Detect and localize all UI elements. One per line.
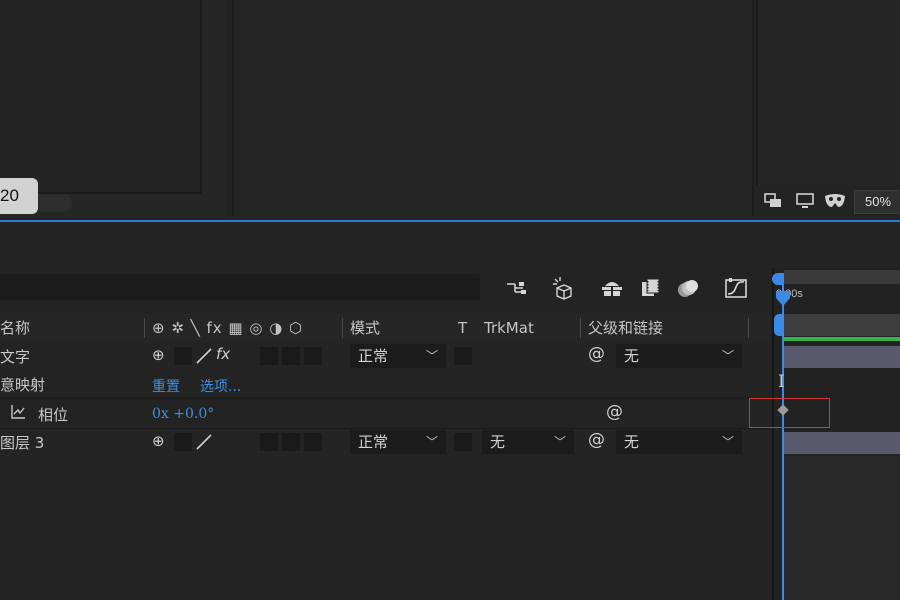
effect-row — [0, 370, 770, 398]
chevron-down-icon: ﹀ — [721, 435, 734, 449]
trkmat-select[interactable]: 无 ﹀ — [482, 430, 574, 454]
mask-icon[interactable] — [824, 190, 846, 212]
shy-switch-icon[interactable]: ⊕ — [152, 432, 165, 450]
shy-layers-icon[interactable] — [598, 274, 626, 302]
fx-icon[interactable]: fx — [216, 345, 230, 363]
switch-box[interactable] — [260, 347, 278, 365]
motion-blur-icon[interactable] — [674, 274, 702, 302]
pick-whip-icon[interactable]: @ — [588, 430, 605, 450]
shy-switch-icon[interactable]: ⊕ — [152, 346, 165, 364]
blend-mode-value: 正常 — [358, 433, 389, 451]
parent-select[interactable]: 无 ﹀ — [616, 430, 742, 454]
phase-value[interactable]: 0x +0.0° — [152, 406, 214, 422]
chevron-down-icon: ﹀ — [425, 349, 438, 363]
effect-name[interactable]: 意映射 — [0, 374, 45, 395]
frame-number-field[interactable]: 20 — [0, 178, 38, 214]
row-divider — [0, 428, 770, 429]
draft-3d-icon[interactable] — [550, 274, 578, 302]
layer-search-input[interactable] — [0, 274, 480, 300]
playhead-icon[interactable] — [774, 290, 792, 308]
quality-slash-icon[interactable] — [194, 432, 214, 452]
column-divider[interactable] — [748, 318, 749, 338]
zoom-level-select[interactable]: 50% — [854, 190, 900, 214]
time-navigator[interactable] — [784, 270, 900, 284]
chevron-down-icon: ﹀ — [553, 435, 566, 449]
switch-box[interactable] — [304, 433, 322, 451]
text-cursor-icon: I — [778, 372, 785, 392]
work-area-start-handle[interactable] — [774, 314, 784, 336]
snapshot-icon[interactable] — [762, 190, 784, 212]
trkmat-value: 无 — [490, 433, 506, 451]
parent-select[interactable]: 无 ﹀ — [616, 344, 742, 368]
panel-scroll-slider[interactable] — [38, 194, 72, 212]
switch-box[interactable] — [174, 347, 192, 365]
chevron-down-icon: ﹀ — [425, 435, 438, 449]
reset-link[interactable]: 重置 — [152, 376, 180, 396]
switch-box[interactable] — [304, 347, 322, 365]
effect-controls-panel — [232, 0, 754, 216]
switch-box[interactable] — [282, 347, 300, 365]
column-divider[interactable] — [580, 318, 581, 338]
navigator-start-handle[interactable] — [772, 270, 784, 285]
column-divider[interactable] — [342, 318, 343, 338]
column-mode-header[interactable]: 模式 — [350, 318, 380, 338]
layer-name[interactable]: 图层 3 — [0, 432, 44, 453]
graph-toggle-icon[interactable] — [10, 404, 26, 420]
column-t-header[interactable]: T — [458, 318, 467, 338]
column-divider[interactable] — [144, 318, 145, 338]
layer-name[interactable]: 文字 — [0, 346, 30, 367]
switch-box[interactable] — [282, 433, 300, 451]
blend-mode-select[interactable]: 正常 ﹀ — [350, 430, 446, 454]
panel-divider — [0, 220, 900, 222]
switches-header[interactable]: ⊕ ✲ ╲ fx ▦ ◎ ◑ ⬡ — [152, 318, 303, 338]
project-panel-inner — [0, 0, 202, 194]
preserve-transparency-box[interactable] — [454, 347, 472, 365]
column-name-header[interactable]: 名称 — [0, 318, 30, 338]
parent-value: 无 — [624, 433, 640, 451]
blend-mode-select[interactable]: 正常 ﹀ — [350, 344, 446, 368]
parent-value: 无 — [624, 347, 640, 365]
property-row — [0, 398, 770, 428]
property-name[interactable]: 相位 — [38, 404, 68, 425]
monitor-icon[interactable] — [794, 190, 816, 212]
pick-whip-icon[interactable]: @ — [588, 344, 605, 364]
flowchart-icon[interactable] — [502, 274, 530, 302]
row-divider — [0, 398, 770, 399]
work-area-bar[interactable] — [784, 314, 900, 336]
graph-editor-icon[interactable] — [722, 274, 750, 302]
pick-whip-icon[interactable]: @ — [606, 402, 623, 422]
layer-duration-bar[interactable] — [784, 346, 900, 368]
chevron-down-icon: ﹀ — [721, 349, 734, 363]
quality-slash-icon[interactable] — [194, 346, 214, 366]
render-bar — [784, 337, 900, 341]
column-parent-header[interactable]: 父级和链接 — [588, 318, 663, 338]
blend-mode-value: 正常 — [358, 347, 389, 365]
timeline-empty-area[interactable] — [784, 456, 900, 600]
preserve-transparency-box[interactable] — [454, 433, 472, 451]
switch-box[interactable] — [174, 433, 192, 451]
switch-box[interactable] — [260, 433, 278, 451]
composition-viewer — [756, 0, 900, 186]
frame-blending-icon[interactable] — [636, 274, 664, 302]
layer-duration-bar[interactable] — [784, 432, 900, 454]
column-trkmat-header[interactable]: TrkMat — [484, 318, 534, 338]
highlight-box — [749, 398, 830, 428]
options-link[interactable]: 选项... — [200, 376, 241, 396]
